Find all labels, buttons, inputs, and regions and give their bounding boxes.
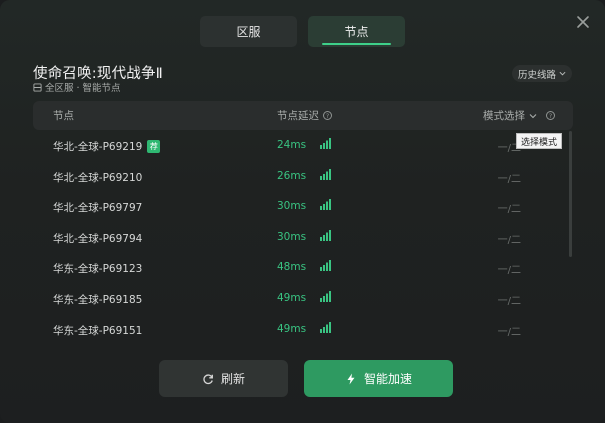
signal-icon — [320, 290, 331, 302]
node-name-text: 华北-全球-P69219 — [53, 141, 143, 153]
signal-icon — [320, 321, 331, 333]
node-name-text: 华北-全球-P69797 — [53, 202, 143, 215]
header-latency-label: 节点延迟 — [277, 110, 319, 122]
header-mode-label: 模式选择 — [483, 110, 525, 122]
mode-value[interactable]: 一/二 — [498, 261, 521, 276]
signal-icon — [320, 229, 331, 241]
chevron-down-icon — [559, 71, 566, 76]
node-name-text: 华北-全球-P69794 — [53, 232, 143, 245]
mode-value[interactable]: 一/二 — [498, 170, 521, 185]
table-row[interactable]: 华北-全球-P69794 30ms 一/二 — [33, 222, 573, 253]
mode-value[interactable]: 一/二 — [498, 231, 521, 246]
close-icon[interactable] — [575, 14, 591, 30]
node-name-text: 华东-全球-P69185 — [53, 293, 143, 306]
tab-server[interactable]: 区服 — [200, 16, 297, 47]
latency-value: 49ms — [277, 322, 307, 335]
scrollbar[interactable] — [569, 131, 572, 257]
server-icon — [33, 82, 42, 92]
game-subtitle: 全区服 · 智能节点 — [33, 80, 121, 94]
history-route-button[interactable]: 历史线路 — [511, 65, 572, 82]
table-row[interactable]: 华北-全球-P69210 26ms 一/二 — [33, 161, 573, 192]
header-latency: 节点延迟 ? — [277, 101, 332, 130]
refresh-button[interactable]: 刷新 — [159, 360, 288, 397]
header-mode[interactable]: 模式选择 ? — [483, 101, 555, 130]
table-body: 华北-全球-P69219 荐 24ms 一/二 华北-全球-P69210 26ms… — [33, 130, 573, 346]
tab-node[interactable]: 节点 — [308, 16, 405, 47]
header-node: 节点 — [53, 110, 74, 122]
refresh-icon — [203, 373, 213, 384]
subtitle-text: 全区服 · 智能节点 — [45, 83, 121, 94]
mode-value[interactable]: 一/二 — [498, 323, 521, 338]
table-row[interactable]: 华东-全球-P69185 49ms 一/二 — [33, 283, 573, 314]
smart-boost-button[interactable]: 智能加速 — [304, 360, 453, 397]
node-name-text: 华东-全球-P69123 — [53, 263, 143, 276]
latency-value: 49ms — [277, 291, 307, 304]
help-icon[interactable]: ? — [323, 111, 332, 120]
node-name: 华东-全球-P69123 — [53, 261, 142, 276]
node-name: 华东-全球-P69151 — [53, 323, 142, 338]
mode-value[interactable]: 一/二 — [498, 292, 521, 307]
latency-value: 30ms — [277, 230, 307, 243]
latency-value: 24ms — [277, 139, 307, 151]
help-icon[interactable]: ? — [546, 111, 555, 120]
mode-tooltip: 选择模式 — [516, 133, 563, 149]
node-table: 节点 节点延迟 ? 模式选择 ? 华北-全球-P69219 荐 24ms 一/二… — [33, 101, 573, 346]
signal-icon — [320, 260, 331, 272]
tab-bar: 区服 节点 — [200, 16, 405, 47]
lightning-icon — [347, 373, 355, 384]
latency-value: 30ms — [277, 200, 307, 213]
signal-icon — [320, 138, 331, 149]
table-row[interactable]: 华北-全球-P69219 荐 24ms 一/二 — [33, 130, 573, 161]
table-row[interactable]: 华东-全球-P69123 48ms 一/二 — [33, 252, 573, 283]
history-route-label: 历史线路 — [517, 69, 556, 81]
node-name-text: 华东-全球-P69151 — [53, 324, 143, 337]
recommended-badge: 荐 — [147, 140, 161, 153]
latency-value: 26ms — [277, 169, 307, 182]
node-selection-dialog: 区服 节点 使命召唤:现代战争Ⅱ 全区服 · 智能节点 历史线路 节点 节点延迟… — [0, 0, 605, 423]
node-name: 华北-全球-P69794 — [53, 231, 142, 246]
signal-icon — [320, 168, 331, 180]
node-name: 华北-全球-P69210 — [53, 170, 142, 185]
node-name: 华北-全球-P69219 荐 — [53, 139, 161, 154]
table-header: 节点 节点延迟 ? 模式选择 ? — [33, 101, 573, 130]
node-name: 华东-全球-P69185 — [53, 292, 142, 307]
node-name: 华北-全球-P69797 — [53, 200, 142, 215]
refresh-label: 刷新 — [220, 372, 245, 386]
latency-value: 48ms — [277, 261, 307, 274]
table-row[interactable]: 华北-全球-P69797 30ms 一/二 — [33, 191, 573, 222]
table-row[interactable]: 华东-全球-P69151 49ms 一/二 — [33, 314, 573, 345]
chevron-down-icon — [529, 113, 537, 118]
node-name-text: 华北-全球-P69210 — [53, 171, 143, 184]
smart-boost-label: 智能加速 — [363, 372, 412, 386]
signal-icon — [320, 199, 331, 211]
mode-value[interactable]: 一/二 — [498, 200, 521, 215]
